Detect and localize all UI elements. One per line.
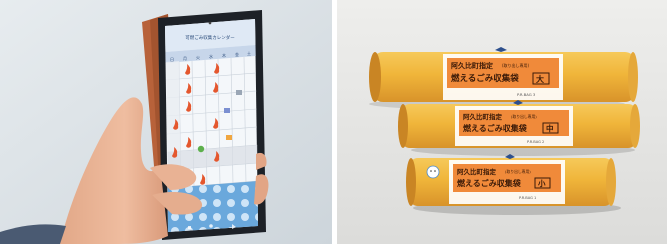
bag-label-large-line2: 燃えるごみ収集袋 xyxy=(451,73,519,84)
weekday-thu: 木 xyxy=(222,52,226,58)
bag-code-large: P.R.BAG 3 xyxy=(517,92,536,97)
front-camera xyxy=(208,21,212,25)
weekday-tue: 火 xyxy=(196,55,200,60)
bag-label-small-line1: 阿久比町指定 xyxy=(457,167,497,176)
weekday-fri: 金 xyxy=(235,51,239,57)
weekday-sat: 土 xyxy=(247,50,251,56)
bag-label-large-line1-sub: (取り出し専用) xyxy=(502,62,530,68)
bag-label-small-line1-sub: (取り出し専用) xyxy=(505,169,531,174)
app-header-title: 可燃ごみ収集カレンダー xyxy=(185,34,235,41)
smartphone-photo: 可燃ごみ収集カレンダー 日 月 火 水 木 金 土 xyxy=(0,0,332,244)
weekday-sun: 日 xyxy=(170,57,174,62)
garbage-bag-rolls-photo: 阿久比町指定 (取り出し専用) 燃えるごみ収集袋 大 P.R.BAG 3 阿久比… xyxy=(337,0,667,244)
garbage-bag-rolls-drawing: 阿久比町指定 (取り出し専用) 燃えるごみ収集袋 大 P.R.BAG 3 阿久比… xyxy=(337,0,667,244)
bag-size-small: 小 xyxy=(538,178,546,188)
bag-label-medium-line1-sub: (取り出し専用) xyxy=(511,114,537,119)
weekday-wed: 水 xyxy=(209,53,213,59)
smartphone-photo-drawing: 可燃ごみ収集カレンダー 日 月 火 水 木 金 土 xyxy=(0,0,332,244)
bag-code-small: P.R.BAG 1 xyxy=(519,196,536,200)
bag-roll-large: 阿久比町指定 (取り出し専用) 燃えるごみ収集袋 大 P.R.BAG 3 xyxy=(369,47,638,110)
bag-label-large-line1: 阿久比町指定 xyxy=(451,61,493,70)
bag-label-medium-line2: 燃えるごみ収集袋 xyxy=(463,123,528,133)
mascot-icon xyxy=(426,165,440,179)
bag-label-small-line2: 燃えるごみ収集袋 xyxy=(457,178,522,188)
bag-roll-medium: 阿久比町指定 (取り出し専用) 燃えるごみ収集袋 中 P.R.BAG 2 xyxy=(398,100,640,156)
weekday-mon: 月 xyxy=(183,56,187,61)
bag-size-medium: 中 xyxy=(546,123,554,133)
bag-code-medium: P.R.BAG 2 xyxy=(527,140,544,144)
bag-label-medium-line1: 阿久比町指定 xyxy=(463,112,503,121)
bag-roll-small: 阿久比町指定 (取り出し専用) 燃えるごみ収集袋 小 P.R.BAG 1 xyxy=(406,154,621,215)
bag-size-large: 大 xyxy=(536,74,544,84)
